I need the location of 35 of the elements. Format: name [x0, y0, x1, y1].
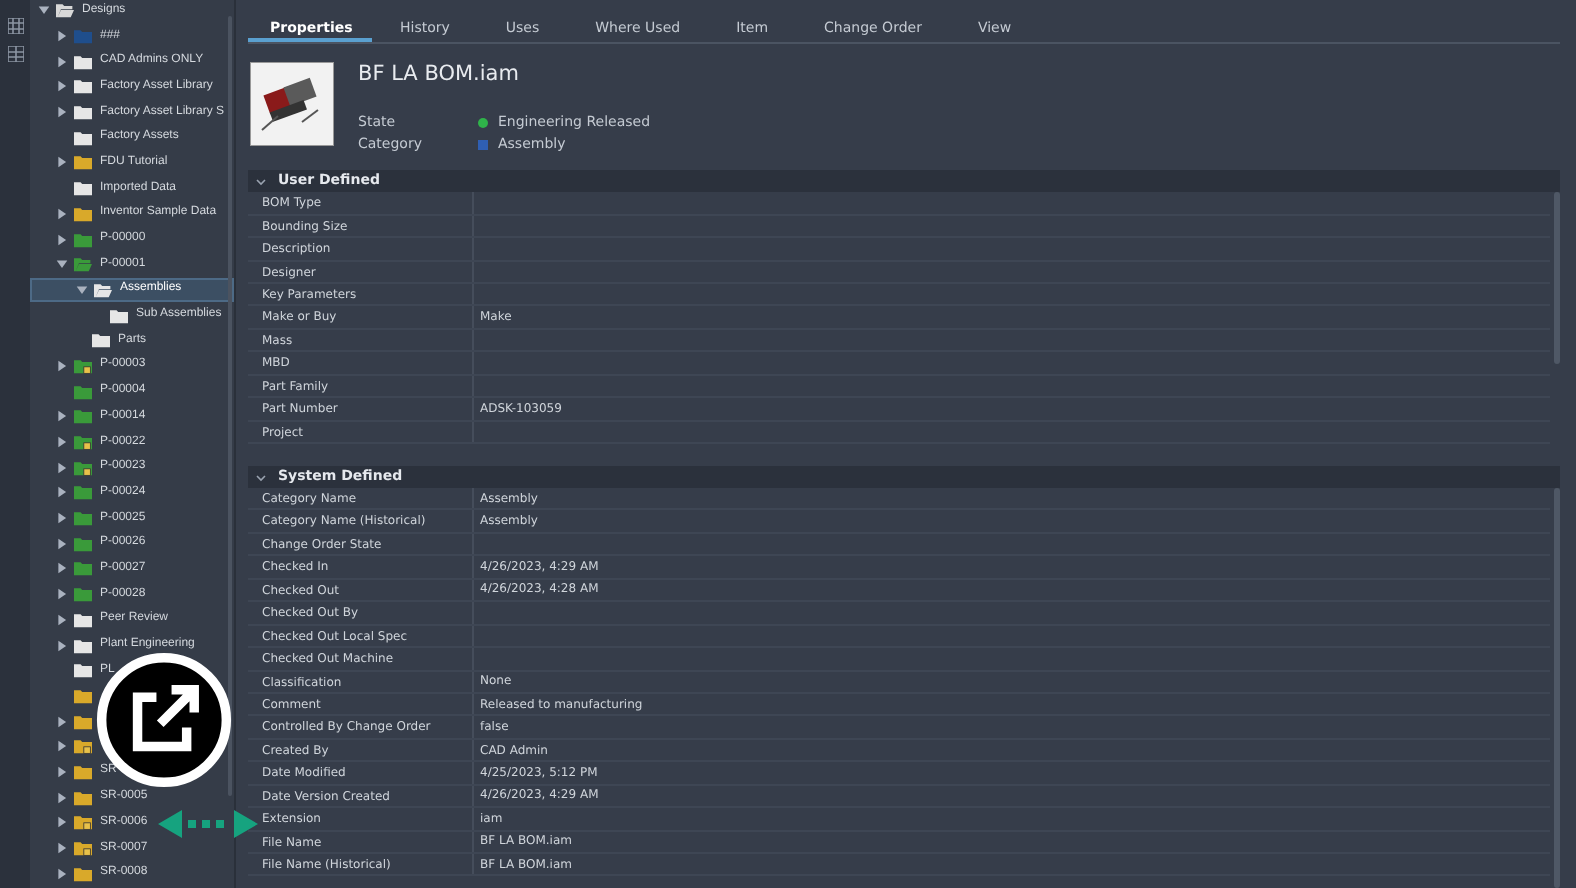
external-link-icon[interactable]	[96, 652, 232, 788]
caret-icon[interactable]	[38, 4, 50, 17]
caret-icon[interactable]	[56, 816, 68, 829]
caret-icon[interactable]	[56, 410, 68, 423]
caret-icon[interactable]	[56, 765, 68, 778]
grid-icon[interactable]	[7, 18, 23, 34]
caret-icon[interactable]	[56, 80, 68, 93]
caret-icon[interactable]	[76, 283, 88, 296]
caret-icon[interactable]	[56, 715, 68, 728]
caret-icon[interactable]	[56, 842, 68, 855]
caret-icon[interactable]	[56, 258, 68, 271]
double-arrow-icon	[158, 808, 258, 840]
caret-icon[interactable]	[56, 233, 68, 246]
caret-icon[interactable]	[56, 55, 68, 68]
chevron-icon	[256, 473, 266, 481]
caret-icon[interactable]	[56, 740, 68, 753]
caret-icon[interactable]	[56, 436, 68, 449]
caret-icon[interactable]	[56, 486, 68, 499]
caret-icon[interactable]	[56, 562, 68, 575]
caret-icon[interactable]	[56, 613, 68, 626]
caret-icon[interactable]	[56, 207, 68, 220]
caret-icon[interactable]	[56, 639, 68, 652]
caret-icon[interactable]	[56, 106, 68, 119]
caret-icon[interactable]	[56, 359, 68, 372]
caret-icon[interactable]	[56, 588, 68, 601]
caret-icon[interactable]	[56, 30, 68, 43]
file-title: BF LA BOM.iam	[358, 60, 521, 90]
caret-icon[interactable]	[56, 512, 68, 525]
chevron-icon	[256, 177, 266, 186]
caret-icon[interactable]	[56, 537, 68, 550]
caret-icon[interactable]	[56, 461, 68, 474]
caret-icon[interactable]	[56, 867, 68, 880]
caret-icon[interactable]	[56, 791, 68, 804]
caret-icon[interactable]	[56, 156, 68, 169]
table-icon[interactable]	[7, 46, 23, 62]
